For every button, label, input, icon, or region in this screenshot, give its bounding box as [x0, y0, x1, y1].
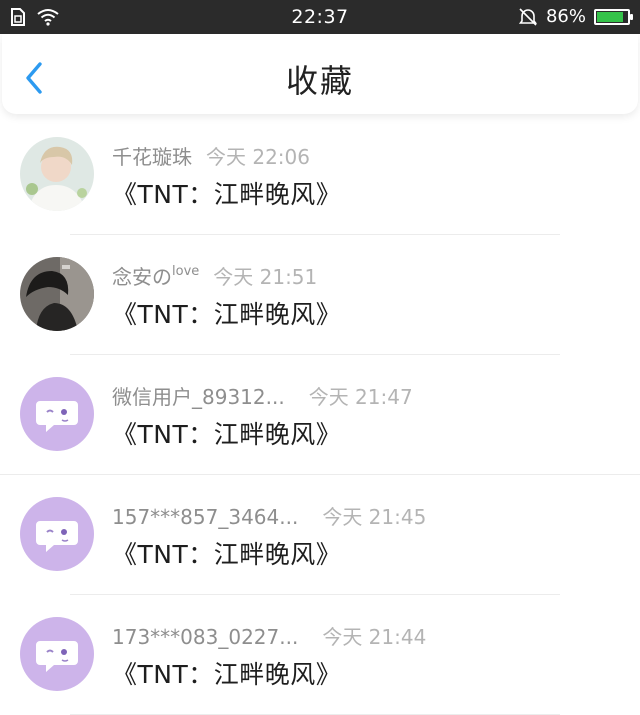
avatar [20, 377, 94, 451]
header: 收藏 [2, 34, 638, 114]
item-title: 《TNT：江畔晚风》 [112, 300, 342, 329]
item-meta: 微信用户_89312... 今天 21:47 [112, 381, 413, 410]
battery-charging-icon [594, 8, 633, 25]
alarm-off-icon [518, 7, 538, 26]
item-meta: 千花璇珠 今天 22:06 [112, 141, 310, 170]
avatar [20, 257, 94, 331]
user-name-suffix: love [172, 264, 200, 279]
list-item[interactable]: 173***083_0227... 今天 21:44 《TNT：江畔晚风》 [0, 595, 640, 715]
list-item[interactable]: 157***857_3464... 今天 21:45 《TNT：江畔晚风》 [0, 475, 640, 595]
favorites-list: 千花璇珠 今天 22:06 《TNT：江畔晚风》 念安のlove 今天 21:51 … [0, 115, 640, 715]
battery-level-fill [597, 11, 623, 22]
battery-percent: 86% [545, 6, 586, 27]
item-time: 今天 21:45 [322, 505, 427, 529]
item-title: 《TNT：江畔晚风》 [112, 420, 342, 449]
status-bar: 22:37 86% [0, 0, 640, 34]
status-right-icons: 86% [518, 6, 633, 27]
avatar [20, 617, 94, 691]
avatar [20, 497, 94, 571]
list-item[interactable]: 微信用户_89312... 今天 21:47 《TNT：江畔晚风》 [0, 355, 640, 475]
item-time: 今天 21:51 [213, 265, 318, 289]
default-chat-avatar-icon [36, 401, 78, 432]
user-name: 157***857_3464... [112, 505, 299, 529]
user-name: 千花璇珠 [112, 145, 192, 169]
list-item[interactable]: 念安のlove 今天 21:51 《TNT：江畔晚风》 [0, 235, 640, 355]
default-chat-avatar-icon [36, 521, 78, 552]
default-chat-avatar-icon [36, 641, 78, 672]
item-title: 《TNT：江畔晚风》 [112, 540, 342, 569]
user-name: 微信用户_89312... [112, 385, 285, 409]
item-meta: 173***083_0227... 今天 21:44 [112, 621, 426, 650]
item-time: 今天 21:44 [322, 625, 427, 649]
page-title: 收藏 [285, 62, 354, 100]
item-meta: 念安のlove 今天 21:51 [112, 261, 317, 290]
user-name: 念安の [112, 265, 172, 289]
item-time: 今天 21:47 [308, 385, 413, 409]
avatar [20, 137, 94, 211]
item-title: 《TNT：江畔晚风》 [112, 660, 342, 689]
item-time: 今天 22:06 [206, 145, 310, 169]
list-item[interactable]: 千花璇珠 今天 22:06 《TNT：江畔晚风》 [0, 115, 640, 235]
item-meta: 157***857_3464... 今天 21:45 [112, 501, 426, 530]
user-name: 173***083_0227... [112, 625, 299, 649]
item-title: 《TNT：江畔晚风》 [112, 180, 342, 209]
